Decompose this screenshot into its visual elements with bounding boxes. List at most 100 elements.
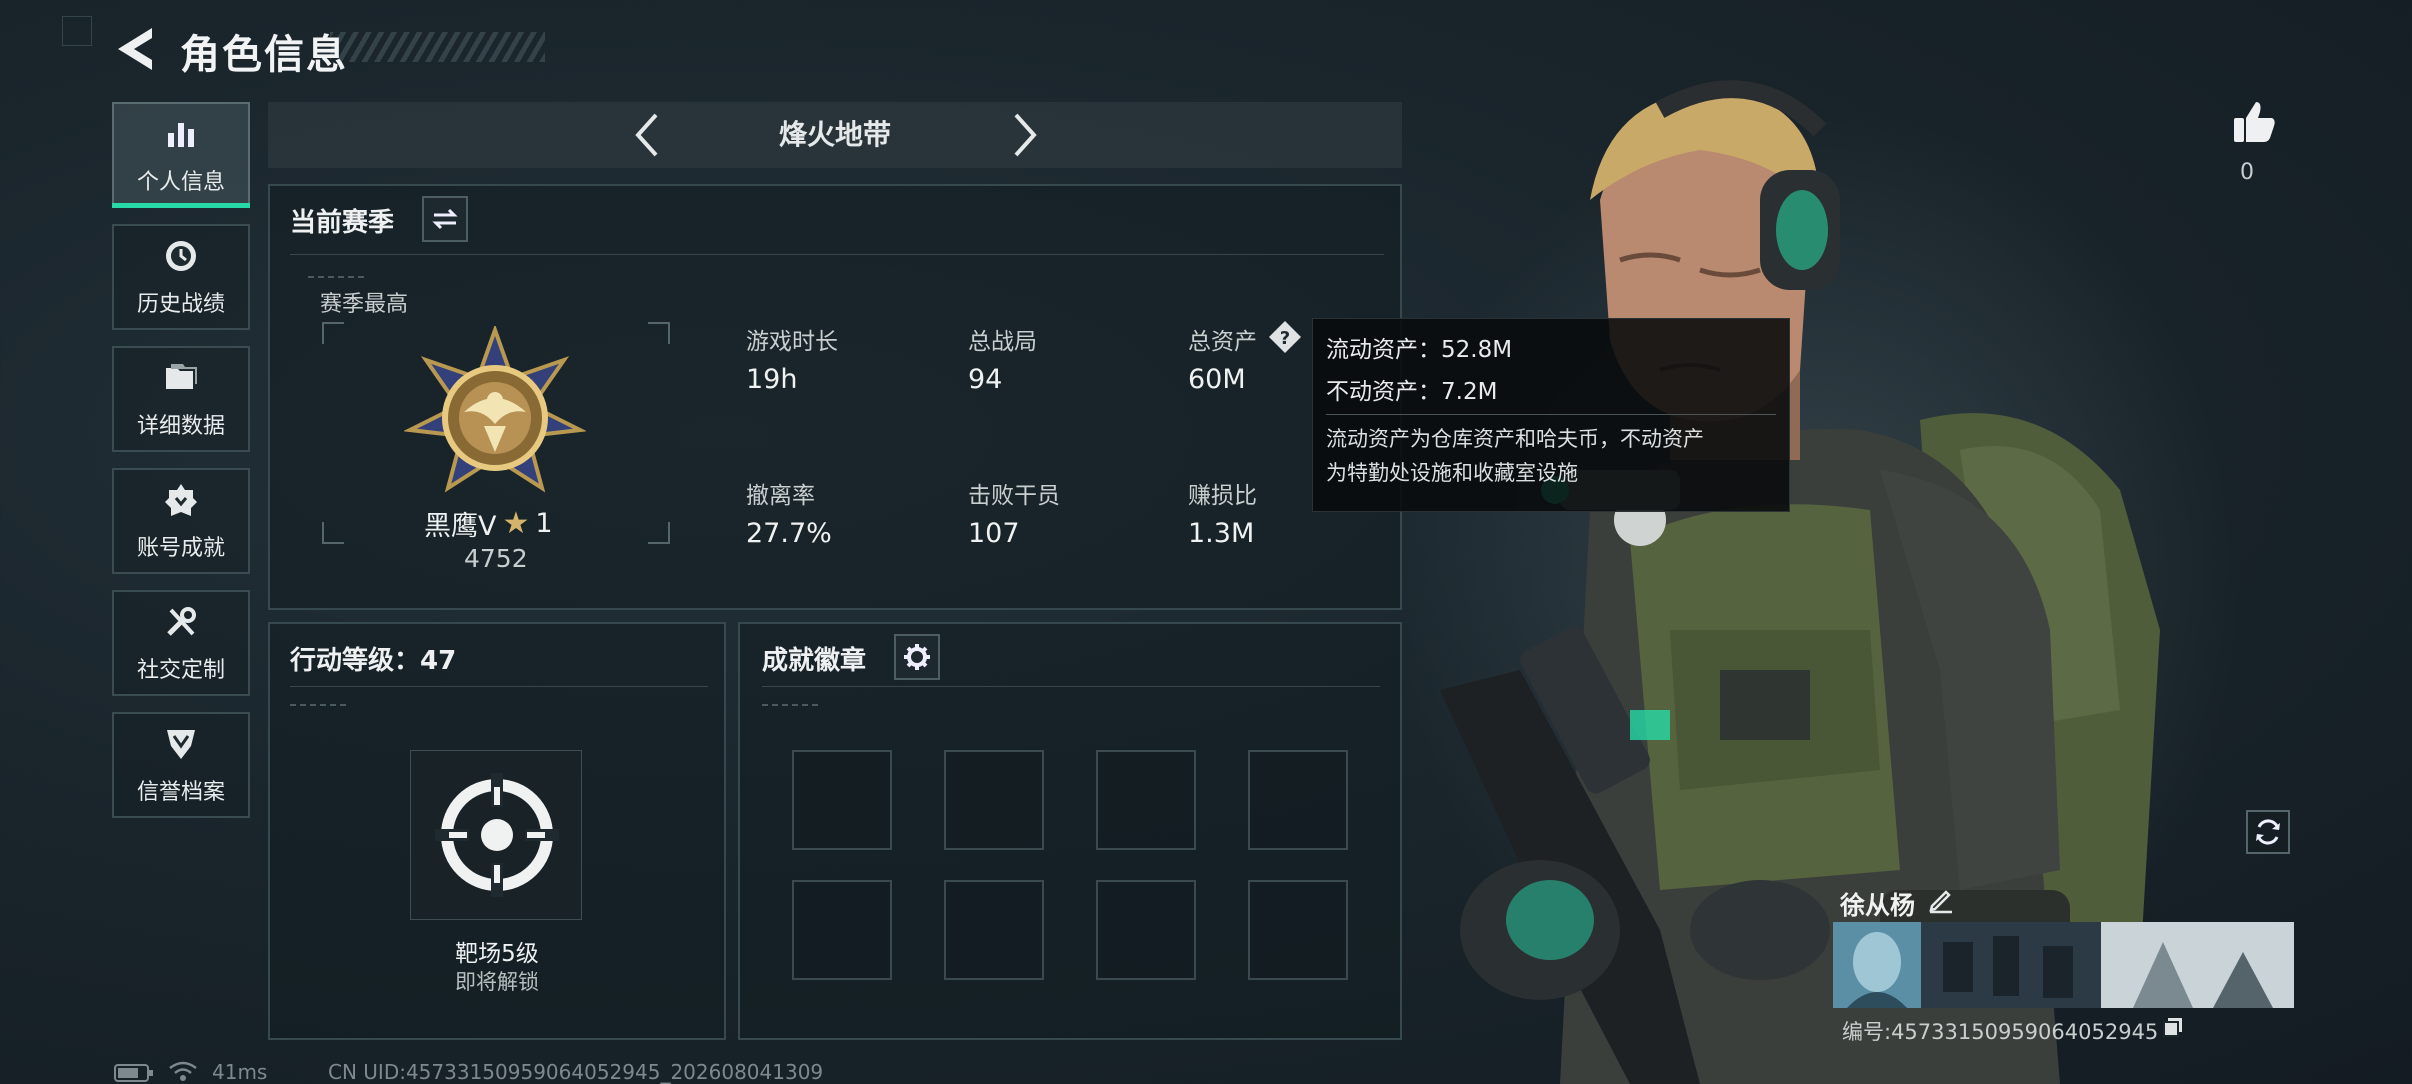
target-icon <box>435 773 559 897</box>
badge-slot[interactable] <box>792 880 892 980</box>
back-button[interactable] <box>112 24 158 74</box>
shooting-range-card[interactable] <box>410 750 582 920</box>
help-icon[interactable]: ? <box>1268 320 1302 354</box>
rank-name: 黑鹰V <box>424 511 497 542</box>
tools-icon <box>161 602 201 642</box>
badge-title: 成就徽章 <box>762 646 867 676</box>
tick-decoration <box>290 704 350 706</box>
season-switch-button[interactable] <box>422 196 468 242</box>
sidebar-item-personal-info[interactable]: 个人信息 <box>112 102 250 208</box>
tooltip-desc-line2: 为特勤处设施和收藏室设施 <box>1326 461 1578 485</box>
sidebar-item-reputation[interactable]: 信誉档案 <box>112 712 250 818</box>
rank-score: 4752 <box>464 544 528 573</box>
stat-label-kills: 击败干员 <box>968 483 1060 509</box>
badge-slot[interactable] <box>1248 750 1348 850</box>
stat-label-profit-ratio: 赚损比 <box>1188 483 1257 509</box>
like-button[interactable] <box>2230 98 2278 146</box>
edit-name-button[interactable] <box>1926 886 1954 914</box>
stat-value-profit-ratio: 1.3M <box>1188 518 1255 549</box>
stat-value-playtime: 19h <box>746 364 798 395</box>
rotate-character-button[interactable] <box>2246 810 2290 854</box>
page-title: 角色信息 <box>180 32 348 78</box>
achievement-icon <box>161 480 201 520</box>
copy-icon <box>2163 1018 2182 1037</box>
chevron-right-icon <box>1014 113 1037 157</box>
bar-chart-icon <box>161 114 201 154</box>
badge-slot[interactable] <box>1096 750 1196 850</box>
stat-label-total-matches: 总战局 <box>968 329 1037 355</box>
wifi-icon <box>168 1060 198 1082</box>
svg-text:?: ? <box>1280 328 1290 349</box>
stat-label-playtime: 游戏时长 <box>746 329 838 355</box>
sidebar-item-achievements[interactable]: 账号成就 <box>112 468 250 574</box>
stat-value-extract-rate: 27.7% <box>746 518 832 549</box>
player-name: 徐从杨 <box>1840 891 1916 920</box>
divider <box>762 686 1380 687</box>
stat-value-total-matches: 94 <box>968 364 1003 395</box>
sidebar-item-detail-data[interactable]: 详细数据 <box>112 346 250 452</box>
divider <box>290 254 1384 255</box>
corner-decoration <box>62 16 92 46</box>
card-id: 编号:45733150959064052945 <box>1842 1020 2159 1044</box>
ping-text: 41ms <box>212 1060 268 1084</box>
rank-emblem-icon <box>403 324 587 504</box>
stat-value-kills: 107 <box>968 518 1020 549</box>
tick-decoration <box>308 276 368 278</box>
sidebar-item-label: 信誉档案 <box>136 780 225 805</box>
season-section-title: 当前赛季 <box>290 208 395 238</box>
tick-decoration <box>762 704 822 706</box>
divider <box>1326 414 1776 415</box>
tooltip-fixed-assets: 不动资产：7.2M <box>1326 379 1498 405</box>
badge-settings-button[interactable] <box>894 634 940 680</box>
season-best-label: 赛季最高 <box>320 292 409 317</box>
uid-text: CN UID:45733150959064052945_202608041309 <box>328 1060 824 1084</box>
pencil-icon <box>1929 890 1952 914</box>
target-status: 即将解锁 <box>455 970 539 994</box>
badge-slot[interactable] <box>944 750 1044 850</box>
badge-slot[interactable] <box>792 750 892 850</box>
rank-name-row: 黑鹰V ★ 1 <box>424 504 553 543</box>
mode-title: 烽火地带 <box>778 118 891 151</box>
sidebar-item-social-custom[interactable]: 社交定制 <box>112 590 250 696</box>
like-count: 0 <box>2240 160 2254 185</box>
title-decoration <box>330 32 545 62</box>
frame-corner <box>322 522 344 544</box>
sidebar-item-label: 社交定制 <box>136 658 225 683</box>
history-clock-icon <box>161 236 201 276</box>
gear-icon <box>904 644 930 670</box>
frame-corner <box>322 322 344 344</box>
sidebar-item-history[interactable]: 历史战绩 <box>112 224 250 330</box>
frame-corner <box>648 522 670 544</box>
battery-icon <box>114 1064 154 1082</box>
reputation-shield-icon <box>161 724 201 764</box>
prev-mode-button[interactable] <box>622 110 672 160</box>
sidebar-item-label: 详细数据 <box>136 414 225 439</box>
next-mode-button[interactable] <box>1000 110 1050 160</box>
tooltip-desc-line1: 流动资产为仓库资产和哈夫币，不动资产 <box>1326 427 1704 451</box>
copy-button[interactable] <box>2162 1016 2184 1038</box>
star-icon: ★ <box>502 506 530 541</box>
badge-slot[interactable] <box>1248 880 1348 980</box>
chevron-left-icon <box>635 113 658 157</box>
name-card-image <box>1833 922 2294 1008</box>
tooltip-liquid-assets: 流动资产：52.8M <box>1326 337 1513 363</box>
swap-icon <box>432 208 458 230</box>
folder-icon <box>161 358 201 398</box>
frame-corner <box>648 322 670 344</box>
action-level-title: 行动等级：47 <box>290 646 457 676</box>
name-card[interactable] <box>1833 922 2294 1008</box>
stat-label-total-assets: 总资产 <box>1188 329 1257 355</box>
sidebar-item-label: 账号成就 <box>136 536 225 561</box>
badge-slot[interactable] <box>1096 880 1196 980</box>
refresh-icon <box>2256 819 2280 845</box>
stat-label-extract-rate: 撤离率 <box>746 483 815 509</box>
rank-stars: 1 <box>535 508 553 539</box>
back-arrow-icon <box>118 28 152 70</box>
badge-slot[interactable] <box>944 880 1044 980</box>
divider <box>290 686 708 687</box>
target-name: 靶场5级 <box>455 941 539 967</box>
stat-value-total-assets: 60M <box>1188 364 1246 395</box>
sidebar-item-label: 个人信息 <box>136 170 225 195</box>
sidebar-item-label: 历史战绩 <box>136 292 225 317</box>
thumbs-up-icon <box>2234 102 2275 142</box>
